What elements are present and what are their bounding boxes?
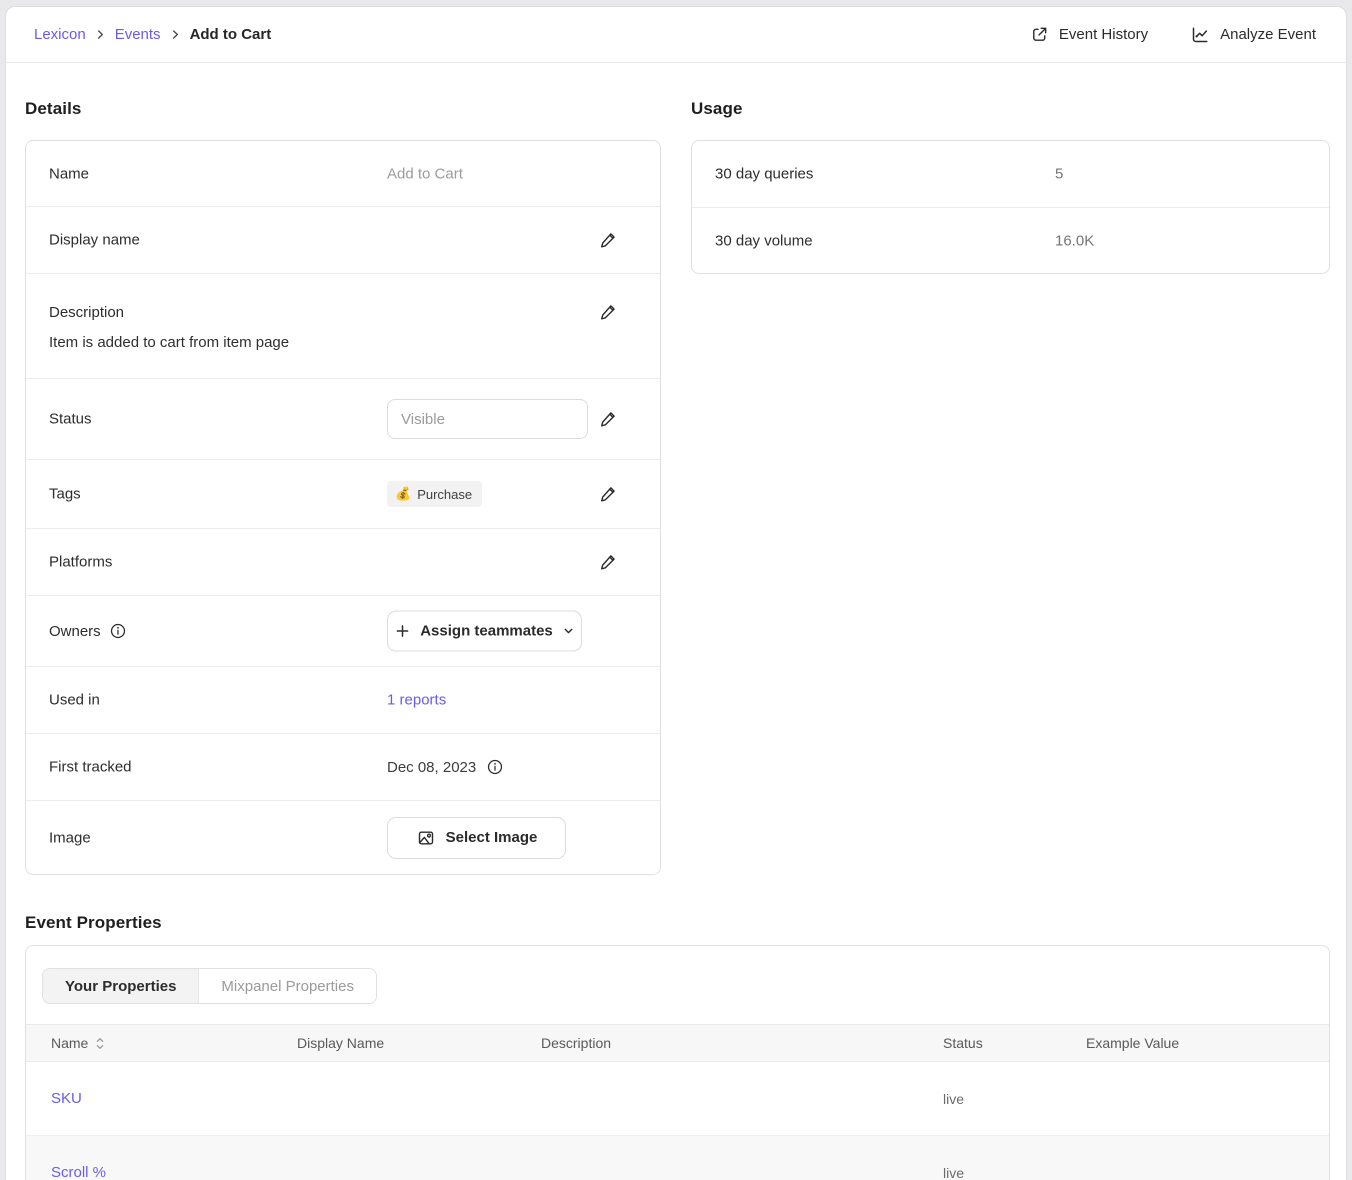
used-in-reports-link[interactable]: 1 reports (387, 692, 446, 709)
column-header-example-value: Example Value (1086, 1035, 1329, 1051)
breadcrumb-link-events[interactable]: Events (115, 26, 161, 43)
status-value: Visible (401, 411, 445, 428)
detail-row-owners: Owners Assign teammates (26, 595, 660, 666)
usage-queries-value: 5 (1055, 166, 1063, 183)
usage-volume-value: 16.0K (1055, 232, 1094, 249)
chevron-right-icon (170, 29, 181, 40)
name-label: Name (49, 165, 89, 182)
detail-row-image: Image Select Image (26, 800, 660, 874)
used-in-label: Used in (49, 692, 100, 709)
edit-platforms-button[interactable] (596, 550, 620, 574)
tag-chip-purchase[interactable]: 💰 Purchase (387, 481, 482, 507)
assign-teammates-button[interactable]: Assign teammates (387, 611, 582, 652)
property-status: live (943, 1091, 1086, 1107)
usage-queries-label: 30 day queries (715, 166, 813, 183)
edit-status-button[interactable] (596, 407, 620, 431)
breadcrumb: Lexicon Events Add to Cart (34, 26, 271, 43)
detail-row-tags: Tags 💰 Purchase (26, 459, 660, 528)
edit-description-button[interactable] (596, 300, 620, 324)
property-link-sku[interactable]: SKU (51, 1090, 82, 1107)
detail-row-display-name: Display name (26, 206, 660, 273)
property-row-scroll-percent[interactable]: Scroll % live (26, 1136, 1329, 1180)
properties-tab-group: Your Properties Mixpanel Properties (42, 968, 377, 1004)
info-icon[interactable] (109, 622, 127, 640)
description-label: Description (49, 304, 124, 321)
description-value: Item is added to cart from item page (49, 334, 289, 351)
first-tracked-value: Dec 08, 2023 (387, 759, 476, 776)
event-history-button[interactable]: Event History (1030, 25, 1148, 44)
detail-row-description: Description Item is added to cart from i… (26, 273, 660, 378)
analyze-event-label: Analyze Event (1220, 26, 1316, 43)
external-link-icon (1030, 25, 1049, 44)
image-label: Image (49, 829, 91, 846)
first-tracked-label: First tracked (49, 759, 132, 776)
usage-panel: 30 day queries 5 30 day volume 16.0K (691, 140, 1330, 274)
column-header-name-label: Name (51, 1035, 88, 1051)
breadcrumb-link-lexicon[interactable]: Lexicon (34, 26, 86, 43)
select-image-label: Select Image (446, 829, 538, 846)
usage-volume-label: 30 day volume (715, 232, 813, 249)
chevron-down-icon (563, 626, 574, 637)
usage-section: Usage 30 day queries 5 30 day volume 16.… (691, 99, 1330, 274)
tag-chip-label: Purchase (417, 487, 472, 502)
detail-row-first-tracked: First tracked Dec 08, 2023 (26, 733, 660, 800)
property-status: live (943, 1165, 1086, 1180)
lexicon-event-detail-page: Lexicon Events Add to Cart Event Histo (5, 6, 1347, 1180)
chevron-right-icon (95, 29, 106, 40)
analyze-event-button[interactable]: Analyze Event (1190, 25, 1316, 45)
assign-teammates-label: Assign teammates (420, 623, 553, 640)
topbar-actions: Event History Analyze Event (1030, 25, 1316, 45)
detail-row-used-in: Used in 1 reports (26, 666, 660, 733)
properties-table-header: Name Display Name Description Status Exa… (26, 1024, 1329, 1062)
edit-display-name-button[interactable] (596, 228, 620, 252)
platforms-label: Platforms (49, 554, 112, 571)
tab-your-properties[interactable]: Your Properties (43, 969, 198, 1003)
info-icon[interactable] (486, 758, 504, 776)
line-chart-icon (1190, 25, 1210, 45)
image-icon (416, 828, 436, 848)
event-properties-panel: Your Properties Mixpanel Properties Name… (25, 945, 1330, 1180)
status-label: Status (49, 411, 92, 428)
column-header-status: Status (943, 1035, 1086, 1051)
event-history-label: Event History (1059, 26, 1148, 43)
display-name-label: Display name (49, 232, 140, 249)
sort-icon (95, 1037, 105, 1050)
edit-tags-button[interactable] (596, 482, 620, 506)
properties-table: Name Display Name Description Status Exa… (26, 1024, 1329, 1180)
usage-title: Usage (691, 99, 1330, 119)
column-header-description: Description (541, 1035, 943, 1051)
detail-row-status: Status Visible (26, 378, 660, 459)
column-header-display-name: Display Name (297, 1035, 541, 1051)
property-row-sku[interactable]: SKU live (26, 1062, 1329, 1136)
detail-row-platforms: Platforms (26, 528, 660, 595)
usage-row-volume: 30 day volume 16.0K (692, 207, 1329, 273)
property-link-scroll-percent[interactable]: Scroll % (51, 1164, 106, 1180)
breadcrumb-current-event: Add to Cart (190, 26, 272, 43)
topbar: Lexicon Events Add to Cart Event Histo (6, 7, 1346, 63)
status-select[interactable]: Visible (387, 399, 588, 439)
details-title: Details (25, 99, 661, 119)
tags-label: Tags (49, 486, 81, 503)
detail-row-name: Name Add to Cart (26, 141, 660, 206)
event-properties-title: Event Properties (25, 913, 1330, 933)
owners-label: Owners (49, 623, 101, 640)
usage-row-queries: 30 day queries 5 (692, 141, 1329, 207)
plus-icon (395, 624, 410, 639)
money-bag-icon: 💰 (395, 486, 411, 502)
details-panel: Name Add to Cart Display name Descriptio… (25, 140, 661, 875)
name-value: Add to Cart (387, 165, 463, 182)
details-section: Details Name Add to Cart Display name De… (25, 99, 661, 875)
event-properties-section: Event Properties Your Properties Mixpane… (25, 913, 1330, 1180)
tab-mixpanel-properties[interactable]: Mixpanel Properties (198, 969, 376, 1003)
column-header-name[interactable]: Name (51, 1035, 297, 1051)
select-image-button[interactable]: Select Image (387, 817, 566, 859)
